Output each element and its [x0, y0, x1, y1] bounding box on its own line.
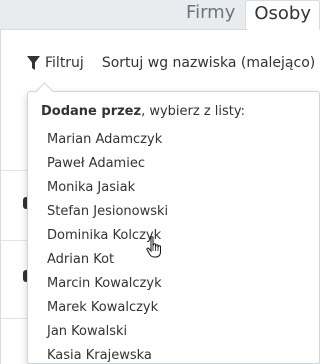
dropdown-header: Dodane przez, wybierz z listy:	[41, 104, 245, 119]
tab-bar: Firmy Osoby	[176, 0, 320, 30]
list-item[interactable]: Kasia Krajewska	[47, 344, 168, 364]
filter-button[interactable]: Filtruj	[27, 55, 84, 71]
list-item[interactable]: Stefan Jesionowski	[47, 200, 168, 224]
list-item[interactable]: Marek Kowalczyk	[47, 296, 168, 320]
list-item[interactable]: Marcin Kowalczyk	[47, 272, 168, 296]
toolbar: Filtruj Sortuj wg nazwiska (malejąco)	[27, 53, 315, 73]
hand-pointer-icon	[146, 236, 161, 258]
page: Firmy Osoby Filtruj Sortuj wg nazwiska (…	[0, 0, 320, 364]
tab-firmy[interactable]: Firmy	[176, 0, 245, 30]
list-item[interactable]: Paweł Adamiec	[47, 152, 168, 176]
sort-label: Sortuj wg nazwiska (malejąco)	[101, 55, 316, 71]
filter-label: Filtruj	[45, 55, 84, 71]
list-item[interactable]: Monika Jasiak	[47, 176, 168, 200]
list-item[interactable]: Jan Kowalski	[47, 320, 168, 344]
sort-dropdown[interactable]: Sortuj wg nazwiska (malejąco)	[102, 55, 320, 71]
filter-funnel-icon	[27, 55, 40, 70]
dropdown-header-bold: Dodane przez	[41, 104, 142, 119]
added-by-filter-dropdown: Dodane przez, wybierz z listy: Marian Ad…	[27, 91, 320, 364]
dropdown-header-rest: , wybierz z listy:	[141, 104, 246, 119]
list-item[interactable]: Marian Adamczyk	[47, 128, 168, 152]
tab-osoby[interactable]: Osoby	[245, 0, 320, 30]
